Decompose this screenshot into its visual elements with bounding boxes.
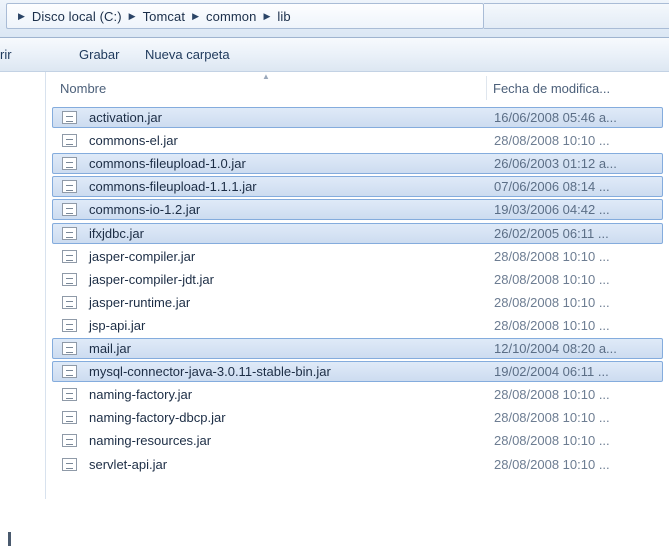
file-row[interactable]: jasper-compiler-jdt.jar 28/08/2008 10:10 …: [52, 269, 663, 290]
file-row[interactable]: naming-factory.jar 28/08/2008 10:10 ...: [52, 384, 663, 405]
jar-file-icon: [62, 203, 77, 217]
file-row[interactable]: mysql-connector-java-3.0.11-stable-bin.j…: [52, 361, 663, 383]
file-date-modified: 28/08/2008 10:10 ...: [494, 133, 610, 149]
open-button-fragment[interactable]: rir: [0, 47, 12, 62]
file-name[interactable]: servlet-api.jar: [89, 457, 167, 472]
file-name[interactable]: commons-io-1.2.jar: [89, 202, 200, 217]
jar-file-icon: [62, 318, 77, 332]
jar-file-icon: [62, 134, 77, 148]
file-row[interactable]: commons-fileupload-1.0.jar 26/06/2003 01:…: [52, 153, 663, 175]
file-name[interactable]: naming-factory.jar: [89, 387, 192, 402]
file-row[interactable]: mail.jar 12/10/2004 08:20 a...: [52, 338, 663, 359]
file-name[interactable]: commons-fileupload-1.1.1.jar: [89, 179, 257, 194]
file-date-modified: 28/08/2008 10:10 ...: [494, 248, 610, 264]
address-bar-empty-area[interactable]: [484, 3, 669, 29]
nav-pane-marker: [8, 532, 11, 546]
file-row[interactable]: naming-resources.jar 28/08/2008 10:10 ...: [52, 430, 663, 451]
column-header-name[interactable]: Nombre: [60, 81, 106, 96]
jar-file-icon: [62, 434, 77, 448]
new-folder-button[interactable]: Nueva carpeta: [145, 47, 230, 62]
jar-file-icon: [62, 365, 77, 379]
file-date-modified: 28/08/2008 10:10 ...: [494, 317, 610, 333]
file-name[interactable]: mail.jar: [89, 341, 131, 356]
file-date-modified: 28/08/2008 10:10 ...: [494, 410, 610, 426]
file-name[interactable]: commons-el.jar: [89, 133, 178, 148]
jar-file-icon: [62, 388, 77, 402]
file-row[interactable]: ifxjdbc.jar 26/02/2005 06:11 ...: [52, 222, 663, 244]
file-date-modified: 19/02/2004 06:11 ...: [494, 364, 609, 380]
file-date-modified: 28/08/2008 10:10 ...: [494, 456, 610, 472]
file-name[interactable]: commons-fileupload-1.0.jar: [89, 156, 246, 171]
file-date-modified: 26/06/2003 01:12 a...: [494, 156, 617, 172]
file-name[interactable]: ifxjdbc.jar: [89, 226, 144, 241]
file-name[interactable]: jasper-compiler.jar: [89, 249, 195, 264]
file-date-modified: 28/08/2008 10:10 ...: [494, 387, 610, 403]
jar-file-icon: [62, 457, 77, 471]
column-divider[interactable]: [486, 76, 487, 100]
column-header: Nombre ▲ Fecha de modifica...: [46, 72, 669, 102]
jar-file-icon: [62, 111, 77, 124]
breadcrumb-item-common[interactable]: common: [206, 9, 256, 24]
jar-file-icon: [62, 249, 77, 263]
chevron-right-icon[interactable]: ▶: [18, 11, 25, 22]
file-date-modified: 07/06/2006 08:14 ...: [494, 179, 610, 195]
burn-button[interactable]: Grabar: [79, 47, 119, 62]
file-date-modified: 28/08/2008 10:10 ...: [494, 294, 610, 310]
breadcrumb-item-tomcat[interactable]: Tomcat: [143, 9, 186, 24]
address-bar[interactable]: ▶ Disco local (C:) ▶ Tomcat ▶ common ▶ l…: [0, 0, 669, 38]
file-date-modified: 16/06/2008 05:46 a...: [494, 110, 617, 125]
file-row[interactable]: commons-fileupload-1.1.1.jar 07/06/2006 0…: [52, 176, 663, 198]
navigation-pane[interactable]: [0, 72, 46, 546]
file-row[interactable]: jasper-runtime.jar 28/08/2008 10:10 ...: [52, 292, 663, 313]
chevron-right-icon[interactable]: ▶: [192, 11, 199, 22]
file-name[interactable]: jasper-runtime.jar: [89, 295, 190, 310]
file-name[interactable]: mysql-connector-java-3.0.11-stable-bin.j…: [89, 364, 331, 379]
file-date-modified: 12/10/2004 08:20 a...: [494, 341, 617, 356]
chevron-right-icon[interactable]: ▶: [263, 11, 270, 22]
file-name[interactable]: jsp-api.jar: [89, 318, 145, 333]
file-name[interactable]: activation.jar: [89, 110, 162, 125]
file-row[interactable]: activation.jar 16/06/2008 05:46 a...: [52, 107, 663, 128]
breadcrumb-item-lib[interactable]: lib: [277, 9, 290, 24]
breadcrumb-item-disco-local[interactable]: Disco local (C:): [32, 9, 122, 24]
file-date-modified: 28/08/2008 10:10 ...: [494, 433, 610, 449]
file-name[interactable]: jasper-compiler-jdt.jar: [89, 272, 214, 287]
file-date-modified: 19/03/2006 04:42 ...: [494, 202, 610, 218]
file-row[interactable]: jasper-compiler.jar 28/08/2008 10:10 ...: [52, 246, 663, 267]
file-date-modified: 28/08/2008 10:10 ...: [494, 271, 610, 287]
file-date-modified: 26/02/2005 06:11 ...: [494, 225, 609, 241]
jar-file-icon: [62, 226, 77, 240]
file-row[interactable]: commons-io-1.2.jar 19/03/2006 04:42 ...: [52, 199, 663, 221]
jar-file-icon: [62, 295, 77, 309]
sort-ascending-icon: ▲: [262, 72, 270, 81]
file-row[interactable]: naming-factory-dbcp.jar 28/08/2008 10:10 …: [52, 407, 663, 428]
jar-file-icon: [62, 411, 77, 425]
file-row[interactable]: commons-el.jar 28/08/2008 10:10 ...: [52, 130, 663, 151]
jar-file-icon: [62, 272, 77, 286]
jar-file-icon: [62, 342, 77, 355]
column-header-date-modified[interactable]: Fecha de modifica...: [493, 81, 610, 96]
chevron-right-icon[interactable]: ▶: [129, 11, 136, 22]
jar-file-icon: [62, 157, 77, 171]
breadcrumb[interactable]: ▶ Disco local (C:) ▶ Tomcat ▶ common ▶ l…: [6, 3, 484, 29]
file-row[interactable]: servlet-api.jar 28/08/2008 10:10 ...: [52, 454, 663, 475]
file-row[interactable]: jsp-api.jar 28/08/2008 10:10 ...: [52, 315, 663, 336]
jar-file-icon: [62, 180, 77, 194]
file-name[interactable]: naming-resources.jar: [89, 433, 211, 448]
file-name[interactable]: naming-factory-dbcp.jar: [89, 410, 226, 425]
command-toolbar: rir Grabar Nueva carpeta: [0, 38, 669, 72]
